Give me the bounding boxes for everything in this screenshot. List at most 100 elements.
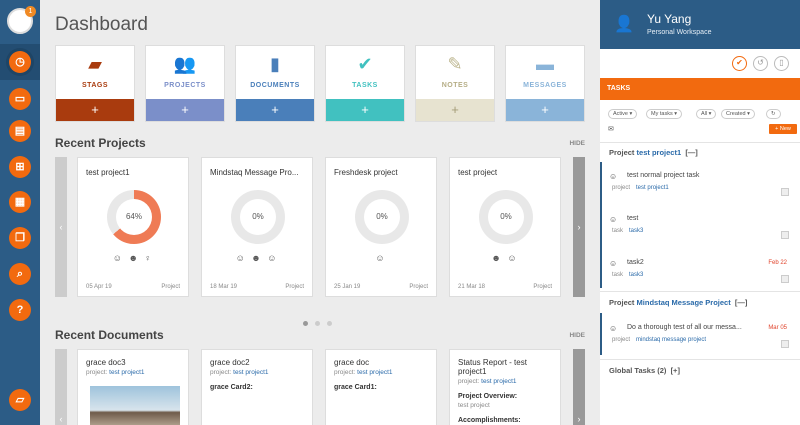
member-avatars: ☺ ☻ ☺ — [235, 253, 279, 263]
workspace-name[interactable]: Personal Workspace — [647, 29, 711, 36]
filter-2[interactable]: All ▾ — [696, 109, 717, 119]
document-card[interactable]: grace doc2 project: test project1 grace Ca… — [201, 349, 313, 425]
project-date: 21 Mar 18 — [458, 284, 486, 290]
pen-icon: ✎ — [447, 54, 463, 74]
notification-badge: 1 — [25, 6, 36, 17]
search-icon[interactable]: ⌕ — [9, 263, 31, 285]
timer-icon[interactable]: ◷ — [9, 51, 31, 73]
task-item[interactable]: ☺ Do a thorough test of all our messa... p… — [609, 324, 795, 348]
task-item[interactable]: ☺ test task task3 — [609, 215, 795, 239]
calendar-icon[interactable]: ▦ — [9, 191, 31, 213]
feedback-icon[interactable]: ▱ — [9, 389, 31, 411]
project-date: 18 Mar 19 — [210, 284, 238, 290]
messages-icon[interactable]: ❐ — [9, 227, 31, 249]
tile-projects[interactable]: 👥 PROJECTS + — [145, 45, 225, 122]
dot-2[interactable] — [315, 321, 320, 326]
task-ref-link[interactable]: task3 — [629, 272, 643, 278]
document-project: project: test project1 — [86, 369, 180, 376]
add-projects-button[interactable]: + — [146, 99, 224, 121]
tile-notes[interactable]: ✎ NOTES + — [415, 45, 495, 122]
task-name[interactable]: test — [627, 215, 795, 222]
document-project-link[interactable]: test project1 — [481, 378, 516, 385]
projects-next-arrow[interactable]: › — [573, 157, 585, 297]
right-panel: 👤 Yu Yang Personal Workspace ✔ ↺ ▯ TASKS… — [600, 0, 800, 425]
project-kind: Project — [409, 284, 428, 290]
tile-documents[interactable]: ▮ DOCUMENTS + — [235, 45, 315, 122]
project-card[interactable]: test project 0% ☻ ☺ 21 Mar 18 Project — [449, 157, 561, 297]
project-card[interactable]: test project1 64% ☺ ☻ ♀ 05 Apr 19 Project — [77, 157, 189, 297]
document-thumbnail — [90, 386, 180, 425]
tile-tasks[interactable]: ✔ TASKS + — [325, 45, 405, 122]
add-documents-button[interactable]: + — [236, 99, 314, 121]
notes-icon[interactable]: ▯ — [774, 56, 789, 71]
tasks-header: TASKS — [600, 78, 800, 100]
document-card[interactable]: grace doc3 project: test project1 — [77, 349, 189, 425]
task-checkbox[interactable] — [781, 340, 789, 348]
task-ref-link[interactable]: task3 — [629, 228, 643, 234]
project-card[interactable]: Mindstaq Message Pro... 0% ☺ ☻ ☺ 18 Mar 19 P… — [201, 157, 313, 297]
group-bar-2 — [600, 313, 602, 355]
task-meta: project test project1 — [612, 185, 795, 191]
document-title: grace doc — [334, 358, 370, 367]
hide-documents-link[interactable]: HIDE — [569, 332, 585, 339]
mail-icon[interactable]: ✉ — [608, 125, 614, 133]
documents-prev-arrow[interactable]: ‹ — [55, 349, 67, 425]
hide-projects-link[interactable]: HIDE — [569, 140, 585, 147]
tasks-toggle-icon[interactable]: ✔ — [732, 56, 747, 71]
task-date: Feb 22 — [768, 260, 787, 266]
task-meta: project mindstaq message project — [612, 337, 795, 343]
add-tasks-button[interactable]: + — [326, 99, 404, 121]
filter-0[interactable]: Active ▾ — [608, 109, 638, 119]
grid-icon[interactable]: ⊞ — [9, 156, 31, 178]
filter-1[interactable]: My tasks ▾ — [646, 109, 682, 119]
dot-3[interactable] — [327, 321, 332, 326]
group-header-2[interactable]: Project Mindstaq Message Project [—] — [609, 298, 747, 307]
filter-4[interactable]: ↻ — [766, 109, 781, 119]
project-card[interactable]: Freshdesk project 0% ☺ 25 Jan 19 Project — [325, 157, 437, 297]
task-ref-link[interactable]: mindstaq message project — [636, 337, 706, 343]
task-type: task — [612, 228, 624, 234]
new-task-button[interactable]: + New — [769, 124, 797, 134]
global-tasks-header[interactable]: Global Tasks (2) [+] — [609, 366, 680, 375]
divider — [600, 359, 800, 360]
document-project-link[interactable]: test project1 — [357, 369, 392, 376]
document-card[interactable]: Status Report - test project1 project: te… — [449, 349, 561, 425]
task-ref-link[interactable]: test project1 — [636, 185, 669, 191]
task-checkbox[interactable] — [781, 231, 789, 239]
documents-next-arrow[interactable]: › — [573, 349, 585, 425]
dot-1[interactable] — [303, 321, 308, 326]
task-item[interactable]: ☺ test normal project task project test pro… — [609, 172, 795, 196]
project-prefix: project: — [334, 369, 356, 376]
history-icon[interactable]: ↺ — [753, 56, 768, 71]
document-project-link[interactable]: test project1 — [233, 369, 268, 376]
group-header-1[interactable]: Project test project1 [—] — [609, 148, 698, 157]
stags-icon: ▰ — [88, 54, 102, 74]
task-meta: task task3 — [612, 228, 795, 234]
message-icon: ▬ — [536, 54, 554, 74]
carousel-dots[interactable] — [303, 313, 339, 331]
projects-prev-arrow[interactable]: ‹ — [55, 157, 67, 297]
add-stags-button[interactable]: + — [56, 99, 134, 121]
add-messages-button[interactable]: + — [506, 99, 584, 121]
user-header: 👤 Yu Yang Personal Workspace — [600, 0, 800, 49]
help-icon[interactable]: ? — [9, 299, 31, 321]
check-icon: ✔ — [357, 54, 373, 74]
user-icon[interactable]: 👤 — [614, 14, 634, 33]
inbox-icon[interactable]: ▤ — [9, 120, 31, 142]
task-checkbox[interactable] — [781, 275, 789, 283]
tile-stags[interactable]: ▰ STAGS + — [55, 45, 135, 122]
avatar-icon: ☺ — [609, 215, 618, 224]
document-card[interactable]: grace doc project: test project1 grace Car… — [325, 349, 437, 425]
task-date: Mar 05 — [768, 325, 787, 331]
filter-3[interactable]: Created ▾ — [721, 109, 755, 119]
document-project-link[interactable]: test project1 — [109, 369, 144, 376]
progress-label: 0% — [364, 199, 400, 235]
progress-label: 0% — [488, 199, 524, 235]
logo-icon[interactable]: 1 — [7, 6, 36, 34]
add-notes-button[interactable]: + — [416, 99, 494, 121]
task-item[interactable]: ☺ task2 task task3 Feb 22 — [609, 259, 795, 283]
tile-messages[interactable]: ▬ MESSAGES + — [505, 45, 585, 122]
chat-icon[interactable]: ▭ — [9, 88, 31, 110]
task-name[interactable]: test normal project task — [627, 172, 795, 179]
task-checkbox[interactable] — [781, 188, 789, 196]
